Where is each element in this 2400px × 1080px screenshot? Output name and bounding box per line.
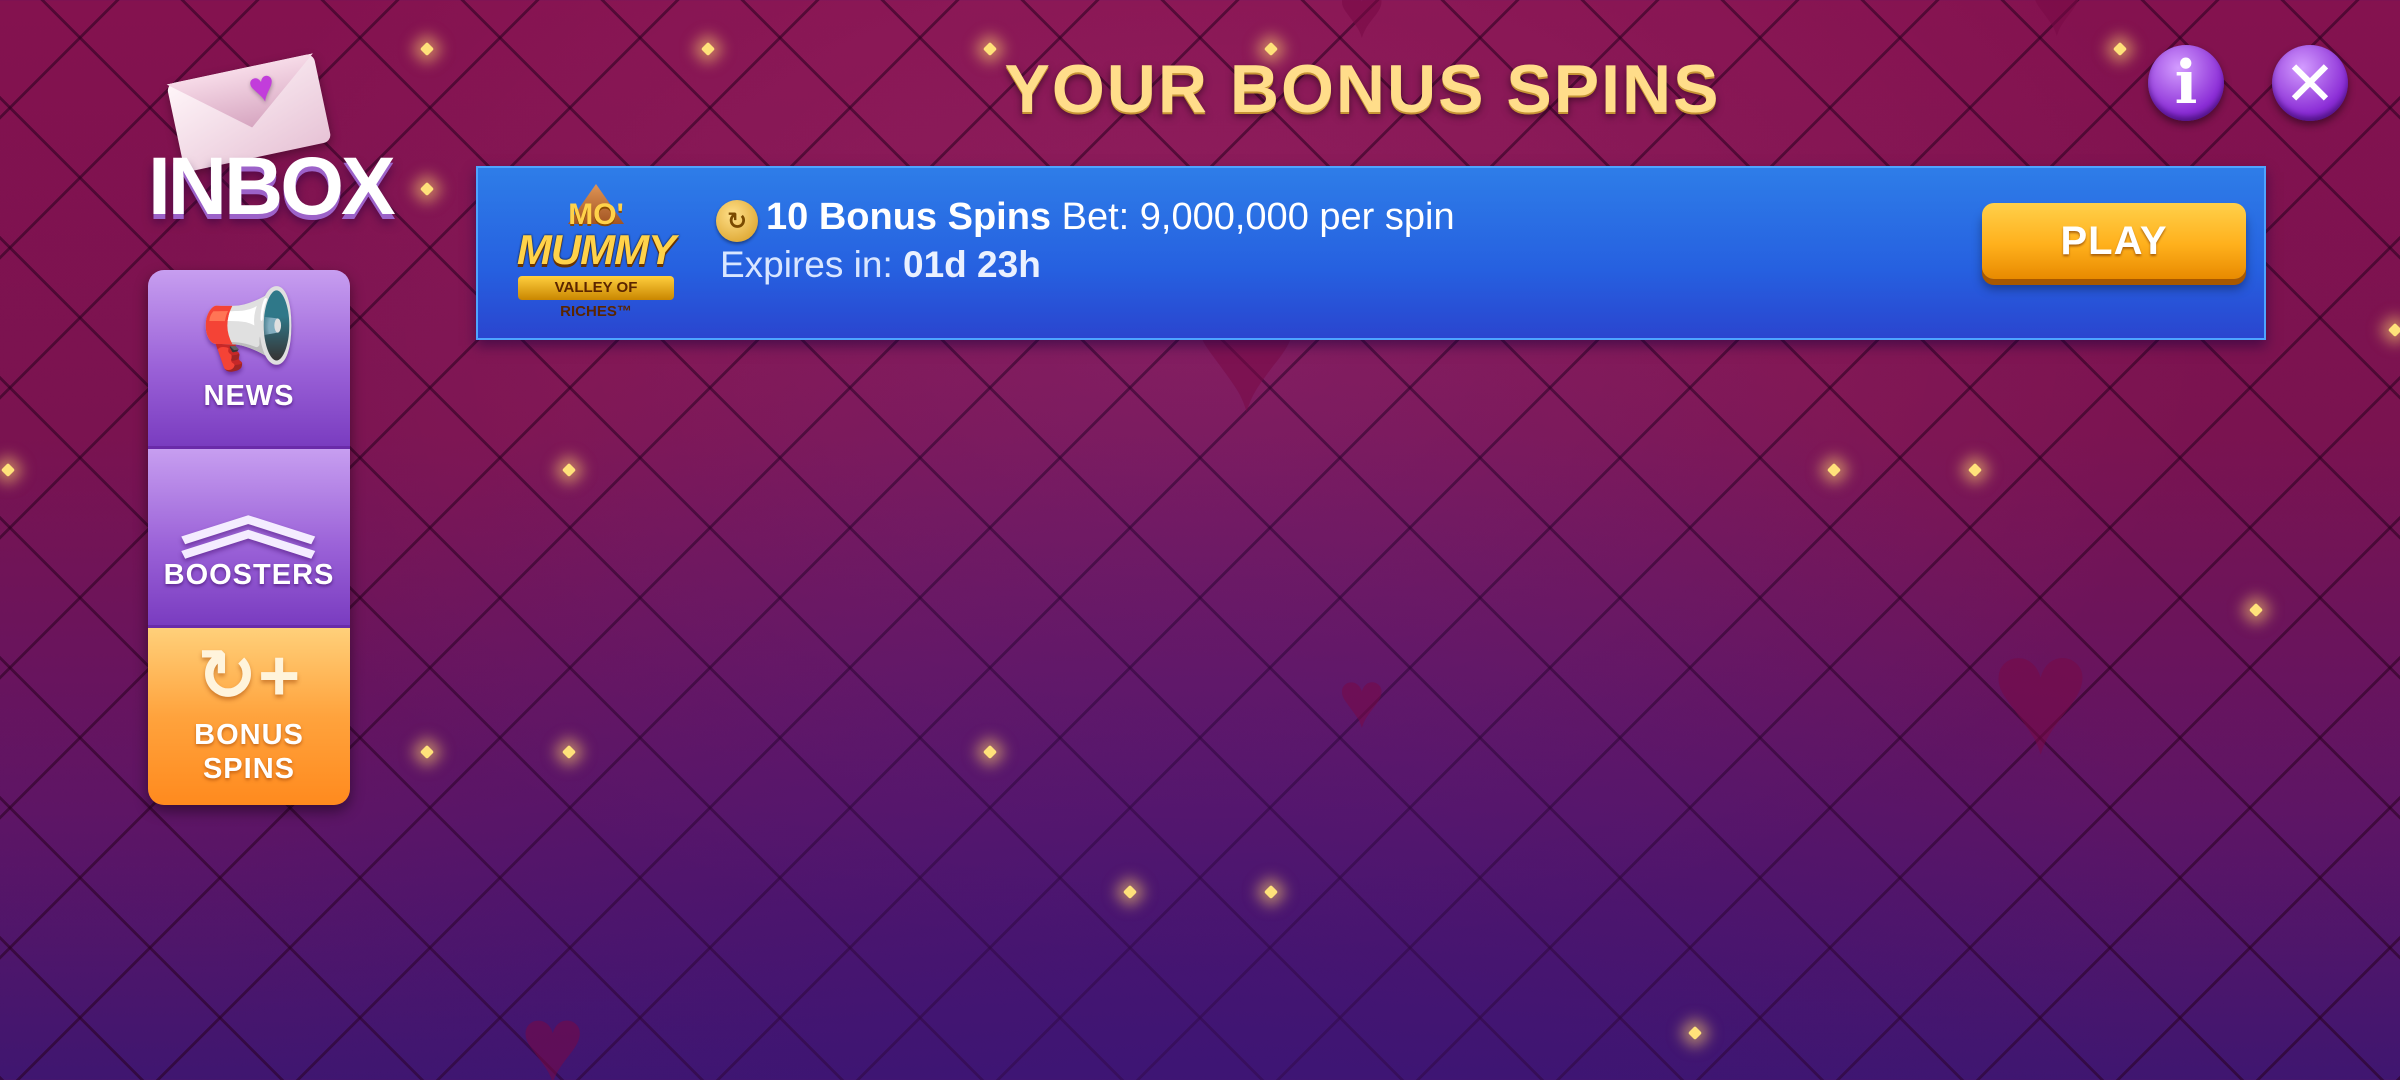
sidebar-item-boosters[interactable]: ︽ BOOSTERS xyxy=(148,449,350,628)
heart-decoration: ♥ xyxy=(520,983,586,1080)
info-icon: i xyxy=(2174,48,2198,118)
inbox-sidebar: 📢 NEWS ︽ BOOSTERS ↻+ BONUS SPINS xyxy=(148,270,350,805)
spins-count: 10 Bonus Spins xyxy=(766,196,1052,238)
bet-amount: Bet: 9,000,000 per spin xyxy=(1061,196,1455,238)
spins-info: 10 Bonus Spins Bet: 9,000,000 per spin xyxy=(766,196,1455,239)
expiry-info: Expires in: 01d 23h xyxy=(720,244,1041,286)
inbox-logo: ♥ INBOX xyxy=(148,40,396,232)
bonus-spins-card: MO' MUMMY VALLEY OF RICHES™ ↻ 10 Bonus S… xyxy=(476,166,2266,340)
page-title: YOUR BONUS SPINS xyxy=(1004,51,1721,127)
close-button[interactable]: ✕ xyxy=(2272,45,2348,121)
close-icon: ✕ xyxy=(2284,49,2336,119)
heart-decoration: ♥ xyxy=(2030,0,2084,55)
sidebar-item-label: NEWS xyxy=(203,380,295,412)
sidebar-item-bonus-spins[interactable]: ↻+ BONUS SPINS xyxy=(148,628,350,805)
heart-decoration: ♥ xyxy=(1338,0,1386,54)
play-button[interactable]: PLAY xyxy=(1982,203,2246,279)
game-logo: MO' MUMMY VALLEY OF RICHES™ xyxy=(508,184,684,320)
megaphone-icon: 📢 xyxy=(199,285,299,373)
heart-decoration: ♥ xyxy=(1338,655,1386,744)
bonus-spin-icon: ↻ xyxy=(716,200,758,242)
heart-decoration: ♥ xyxy=(1990,600,2091,790)
expires-label: Expires in: xyxy=(720,244,893,285)
inbox-title: INBOX xyxy=(148,141,396,232)
spin-plus-icon: ↻+ xyxy=(196,636,302,716)
double-chevron-up-icon: ︽ xyxy=(179,466,319,569)
game-logo-name: MUMMY xyxy=(516,226,676,273)
sidebar-item-news[interactable]: 📢 NEWS xyxy=(148,270,350,449)
game-logo-subtitle: VALLEY OF RICHES™ xyxy=(518,276,674,320)
info-button[interactable]: i xyxy=(2148,45,2224,121)
expires-value: 01d 23h xyxy=(903,244,1041,285)
sidebar-item-label: BONUS SPINS xyxy=(194,719,304,785)
